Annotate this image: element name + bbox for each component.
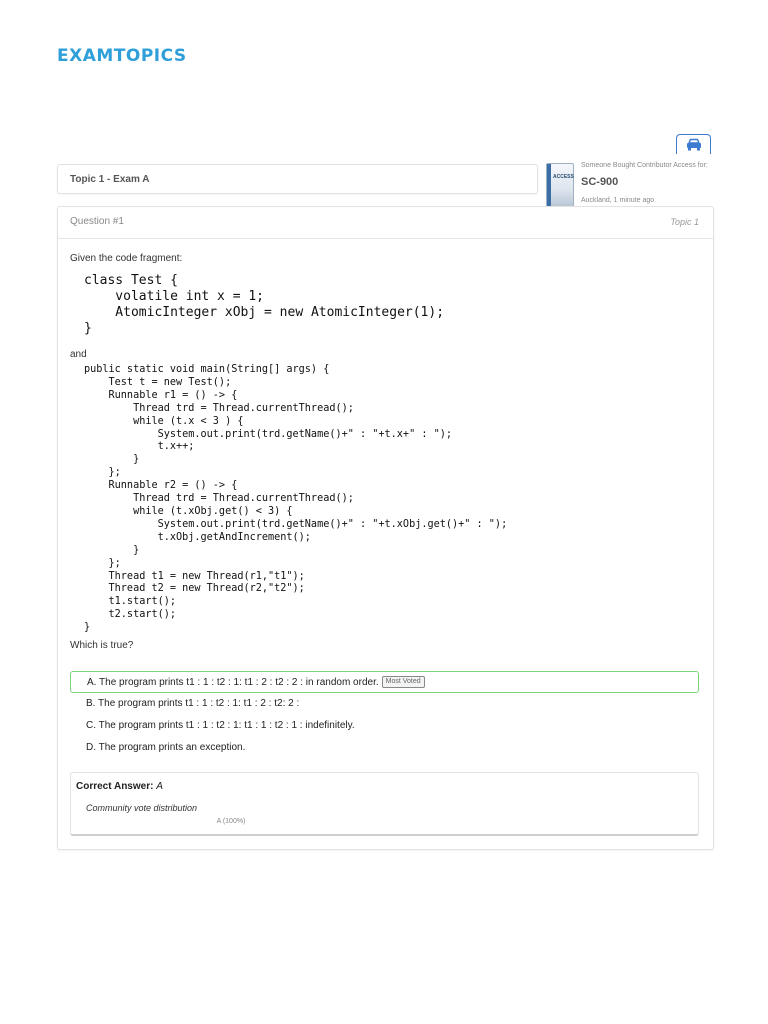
question-connector: and <box>70 349 87 360</box>
correct-answer-value: A <box>156 781 163 792</box>
choice-d[interactable]: D. The program prints an exception. <box>70 736 699 758</box>
vote-distribution-title: Community vote distribution <box>86 803 198 813</box>
question-intro: Given the code fragment: <box>70 253 183 264</box>
most-voted-badge: Most Voted <box>381 676 425 688</box>
question-number: Question #1 <box>70 216 124 227</box>
choice-c[interactable]: C. The program prints t1 : 1 : t2 : 1: t… <box>70 714 699 736</box>
code-fragment-class: class Test { volatile int x = 1; AtomicI… <box>84 273 445 336</box>
question-topic-tag: Topic 1 <box>670 217 699 227</box>
notification-product: SC-900 <box>581 176 619 188</box>
choice-a[interactable]: A. The program prints t1 : 1 : t2 : 1: t… <box>70 671 699 693</box>
product-box-image: ACCESS <box>546 163 574 207</box>
car-print-icon <box>686 138 701 151</box>
examtopics-logo[interactable]: EXAMTOPICS <box>57 46 187 66</box>
choice-b[interactable]: B. The program prints t1 : 1 : t2 : 1: t… <box>70 692 699 714</box>
print-button[interactable] <box>676 134 711 154</box>
question-prompt: Which is true? <box>70 640 134 651</box>
vote-distribution-bar: A (100%) <box>86 815 376 827</box>
notification-location-time: Auckland, 1 minute ago <box>581 197 655 204</box>
choice-a-text: A. The program prints t1 : 1 : t2 : 1: t… <box>87 676 379 688</box>
correct-answer-label: Correct Answer: A <box>76 781 163 792</box>
purchase-notification[interactable]: ACCESS Someone Bought Contributor Access… <box>545 158 725 210</box>
vote-result-label: A (100%) <box>216 817 246 825</box>
correct-answer-panel: Correct Answer: A Community vote distrib… <box>70 772 699 836</box>
choice-c-text: C. The program prints t1 : 1 : t2 : 1: t… <box>86 719 355 731</box>
choice-b-text: B. The program prints t1 : 1 : t2 : 1: t… <box>86 697 300 709</box>
notification-headline: Someone Bought Contributor Access for: <box>581 162 708 169</box>
code-fragment-main: public static void main(String[] args) {… <box>84 364 508 634</box>
question-header: Question #1 Topic 1 <box>58 207 713 239</box>
topic-title-bar: Topic 1 - Exam A <box>57 164 538 194</box>
choice-d-text: D. The program prints an exception. <box>86 741 246 753</box>
